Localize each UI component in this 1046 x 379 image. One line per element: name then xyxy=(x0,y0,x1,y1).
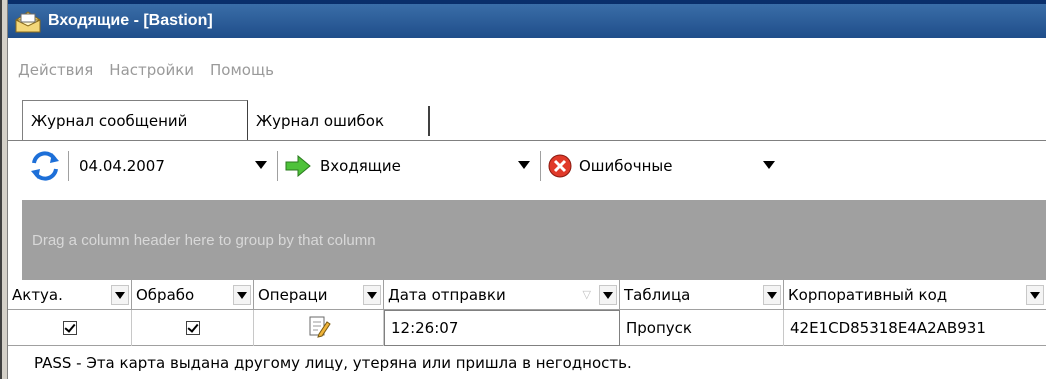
column-header-operation[interactable]: Операци xyxy=(254,280,384,310)
sort-icon: ▽ xyxy=(582,288,591,301)
cell-processed[interactable] xyxy=(132,310,254,346)
column-header-label: Дата отправки xyxy=(388,286,506,304)
refresh-icon[interactable] xyxy=(28,149,62,183)
chevron-down-icon[interactable] xyxy=(255,160,267,169)
cell-operation[interactable] xyxy=(254,310,384,346)
cell-send-time[interactable]: 12:26:07 xyxy=(384,310,620,346)
date-value: 04.04.2007 xyxy=(79,156,165,175)
date-selector[interactable]: 04.04.2007 xyxy=(75,149,271,183)
chevron-down-icon[interactable] xyxy=(111,285,129,305)
column-header-label: Корпоративный код xyxy=(788,286,948,304)
status-value: Ошибочные xyxy=(579,156,673,175)
cell-corp-code[interactable]: 42E1CD85318E4A2AB931 xyxy=(784,310,1046,346)
actual-checkbox[interactable] xyxy=(62,321,77,335)
column-header-corp-code[interactable]: Корпоративный код xyxy=(784,280,1046,310)
edit-document-icon[interactable] xyxy=(307,314,331,342)
column-header-label: Таблица xyxy=(624,286,691,304)
table-row[interactable]: 12:26:07 Пропуск 42E1CD85318E4A2AB931 xyxy=(8,310,1046,346)
menu-bar: Действия Настройки Помощь xyxy=(8,56,280,84)
column-header-label: Актуа. xyxy=(12,286,63,304)
chevron-down-icon[interactable] xyxy=(599,285,617,305)
chevron-down-icon[interactable] xyxy=(233,285,251,305)
toolbar-separator xyxy=(68,150,69,181)
chevron-down-icon[interactable] xyxy=(518,160,530,169)
column-header-actual[interactable]: Актуа. xyxy=(8,280,132,310)
window-left-frame xyxy=(0,0,8,379)
toolbar-separator xyxy=(277,150,278,181)
chevron-down-icon[interactable] xyxy=(763,285,781,305)
column-header-processed[interactable]: Обрабо xyxy=(132,280,254,310)
chevron-down-icon[interactable] xyxy=(1026,285,1044,305)
error-icon xyxy=(547,153,573,179)
app-window: Входящие - [Bastion] Действия Настройки … xyxy=(8,0,1046,379)
column-header-label: Обрабо xyxy=(136,286,195,304)
tab-messages-log[interactable]: Журнал сообщений xyxy=(22,100,248,140)
row-description-text: PASS - Эта карта выдана другому лицу, ут… xyxy=(34,354,632,372)
tab-errors-log[interactable]: Журнал ошибок xyxy=(248,106,430,136)
send-time-value: 12:26:07 xyxy=(391,319,459,337)
toolbar-separator xyxy=(540,150,541,181)
window-title: Входящие - [Bastion] xyxy=(48,12,213,29)
column-header-label: Операци xyxy=(258,286,328,304)
toolbar: 04.04.2007 Входящие Ошибочные xyxy=(8,140,1046,190)
column-header-send-date[interactable]: Дата отправки ▽ xyxy=(384,280,620,310)
tab-strip: Журнал сообщений Журнал ошибок xyxy=(8,96,1046,140)
tab-errors-log-label: Журнал ошибок xyxy=(256,112,385,130)
title-bar[interactable]: Входящие - [Bastion] xyxy=(8,0,1046,38)
row-description: PASS - Эта карта выдана другому лицу, ут… xyxy=(34,348,632,378)
menu-settings[interactable]: Настройки xyxy=(109,61,194,79)
status-selector[interactable]: Ошибочные xyxy=(547,149,779,183)
chevron-down-icon[interactable] xyxy=(763,160,775,169)
menu-actions[interactable]: Действия xyxy=(18,61,93,79)
group-by-hint: Drag a column header here to group by th… xyxy=(32,231,376,249)
table-value: Пропуск xyxy=(626,319,692,337)
menu-help[interactable]: Помощь xyxy=(210,61,274,79)
corp-code-value: 42E1CD85318E4A2AB931 xyxy=(790,319,986,337)
column-header-table[interactable]: Таблица xyxy=(620,280,784,310)
direction-value: Входящие xyxy=(320,156,401,175)
processed-checkbox[interactable] xyxy=(185,321,200,335)
envelope-icon xyxy=(14,8,42,34)
cell-table[interactable]: Пропуск xyxy=(620,310,784,346)
group-by-panel[interactable]: Drag a column header here to group by th… xyxy=(22,200,1046,280)
tab-messages-log-label: Журнал сообщений xyxy=(31,111,188,130)
cell-actual[interactable] xyxy=(8,310,132,346)
arrow-right-icon xyxy=(284,154,312,177)
grid-header: Актуа. Обрабо Операци Дата отправки ▽ Та… xyxy=(8,280,1046,310)
chevron-down-icon[interactable] xyxy=(363,285,381,305)
direction-selector[interactable]: Входящие xyxy=(284,149,534,183)
